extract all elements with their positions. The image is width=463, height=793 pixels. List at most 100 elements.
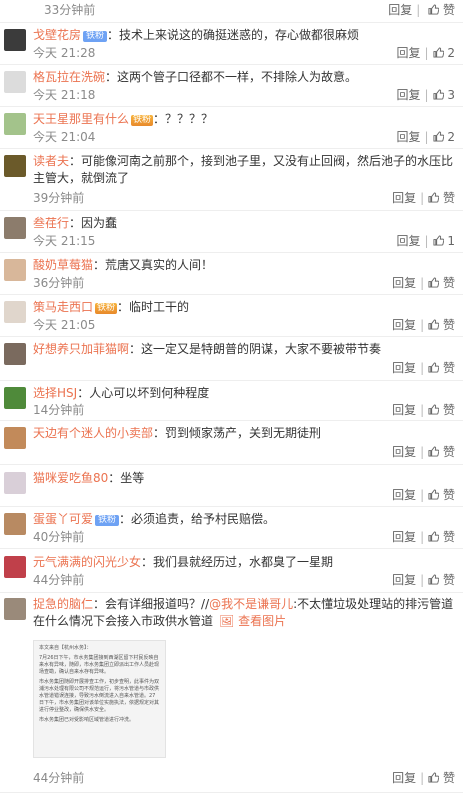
like-button[interactable]: 赞 <box>428 276 455 290</box>
comment-body: 猫咪爱吃鱼80：坐等 <box>33 471 145 485</box>
reply-button[interactable]: 回复 <box>388 3 412 17</box>
like-button[interactable]: 2 <box>432 46 455 60</box>
comment-row: 猫咪爱吃鱼80：坐等 回复 | 赞 <box>0 464 463 507</box>
reply-button[interactable]: 回复 <box>392 191 416 205</box>
comment-actions: 回复 | 2 <box>396 46 455 60</box>
user-name-link[interactable]: 元气满满的闪光少女 <box>33 555 141 569</box>
user-name-link[interactable]: 策马走西口 <box>33 300 93 314</box>
thumb-up-icon <box>428 404 440 415</box>
comment-text: 技术上来说这的确挺迷惑的，存心做都很麻烦 <box>119 28 360 42</box>
attached-image-text: 7月26日下午，市水务集团接到西湖区留下村民反映自来水有异味，随即，市水务集团立… <box>39 655 160 675</box>
user-name-link[interactable]: 猫咪爱吃鱼80 <box>33 471 108 485</box>
avatar[interactable] <box>4 29 26 51</box>
user-name-link[interactable]: 捉急的脑仁 <box>33 597 93 611</box>
avatar[interactable] <box>4 343 26 365</box>
comment-body: 好想养只加菲猫啊：这一定又是特朗普的阴谋，大家不要被带节奏 <box>33 342 382 356</box>
thumb-up-icon <box>428 772 440 783</box>
comment-body: 策马走西口 铁粉 ：临时工干的 <box>33 300 190 314</box>
comment-body: 读者夫：可能像河南之前那个，接到池子里，又没有止回阀，然后池子的水压比主管大，就… <box>33 154 454 185</box>
like-label: 赞 <box>442 276 455 290</box>
fan-badge: 铁粉 <box>131 115 154 126</box>
comment-actions: 回复 | 赞 <box>392 191 455 205</box>
thumb-up-icon <box>428 319 440 330</box>
reply-button[interactable]: 回复 <box>396 234 420 248</box>
mention-link[interactable]: @我不是谦哥儿 <box>209 597 293 611</box>
like-button[interactable]: 赞 <box>428 488 455 502</box>
reply-button[interactable]: 回复 <box>392 276 416 290</box>
reply-button[interactable]: 回复 <box>392 445 416 459</box>
comment-time: 今天 21:04 <box>33 130 96 144</box>
comment-text: 这一定又是特朗普的阴谋，大家不要被带节奏 <box>141 342 382 356</box>
like-count: 2 <box>447 130 455 144</box>
thumb-up-icon <box>428 531 440 542</box>
reply-button[interactable]: 回复 <box>392 361 416 375</box>
thumb-up-icon <box>432 89 444 100</box>
thumb-up-icon <box>432 131 444 142</box>
like-button[interactable]: 赞 <box>428 318 455 332</box>
comment-time: 40分钟前 <box>33 530 85 544</box>
reply-button[interactable]: 回复 <box>392 771 416 785</box>
thumb-up-icon <box>432 47 444 58</box>
reply-button[interactable]: 回复 <box>396 130 420 144</box>
avatar[interactable] <box>4 513 26 535</box>
like-label: 赞 <box>442 530 455 544</box>
comment-text: 我们县就经历过，水都臭了一星期 <box>153 555 334 569</box>
comment-body: 格瓦拉在洗碗：这两个管子口径都不一样，不排除人为故意。 <box>33 70 358 84</box>
avatar[interactable] <box>4 113 26 135</box>
avatar[interactable] <box>4 598 26 620</box>
like-button[interactable]: 赞 <box>428 445 455 459</box>
comment-time: 39分钟前 <box>33 191 85 205</box>
user-name-link[interactable]: 格瓦拉在洗碗 <box>33 70 105 84</box>
user-name-link[interactable]: 好想养只加菲猫啊 <box>33 342 129 356</box>
reply-button[interactable]: 回复 <box>392 488 416 502</box>
reply-button[interactable]: 回复 <box>396 46 420 60</box>
like-button[interactable]: 赞 <box>428 530 455 544</box>
like-button[interactable]: 赞 <box>428 3 455 17</box>
user-name-link[interactable]: 戈壁花房 <box>33 28 81 42</box>
user-name-link[interactable]: 叁荏行 <box>33 216 69 230</box>
avatar[interactable] <box>4 71 26 93</box>
like-button[interactable]: 1 <box>432 234 455 248</box>
reply-button[interactable]: 回复 <box>396 88 420 102</box>
view-picture-link[interactable]: 🖼︎ 查看图片 <box>219 614 286 628</box>
avatar[interactable] <box>4 155 26 177</box>
like-button[interactable]: 赞 <box>428 403 455 417</box>
avatar[interactable] <box>4 556 26 578</box>
like-label: 赞 <box>442 573 455 587</box>
user-name-link[interactable]: 读者夫 <box>33 154 69 168</box>
user-name-link[interactable]: 酸奶草莓猫 <box>33 258 93 272</box>
comment-row-top: 33分钟前 回复 | 赞 <box>0 0 463 23</box>
picture-icon: 🖼︎ <box>219 614 235 628</box>
avatar[interactable] <box>4 259 26 281</box>
comment-time: 今天 21:28 <box>33 46 96 60</box>
like-button[interactable]: 赞 <box>428 771 455 785</box>
comment-row: 策马走西口 铁粉 ：临时工干的 今天 21:05 回复 | 赞 <box>0 294 463 337</box>
comment-text: 必须追责，给予村民赔偿。 <box>131 512 276 526</box>
avatar[interactable] <box>4 217 26 239</box>
comment-body: 元气满满的闪光少女：我们县就经历过，水都臭了一星期 <box>33 555 334 569</box>
user-name-link[interactable]: 天王星那里有什么 <box>33 112 129 126</box>
like-button[interactable]: 赞 <box>428 573 455 587</box>
user-name-link[interactable]: 天边有个迷人的小卖部 <box>33 426 153 440</box>
comment-body: 蛋蛋丫可爱 铁粉 ：必须追责，给予村民赔偿。 <box>33 512 276 526</box>
like-label: 赞 <box>442 318 455 332</box>
reply-button[interactable]: 回复 <box>392 403 416 417</box>
comment-text: 会有详细报道吗？// <box>105 597 210 611</box>
attached-image-text: 市水务集团已对受影响区域管道进行冲洗。 <box>39 717 135 723</box>
like-button[interactable]: 2 <box>432 130 455 144</box>
attached-image[interactable]: 本文来自【杭州水务】： 7月26日下午，市水务集团接到西湖区留下村民反映自来水有异… <box>33 640 166 758</box>
comment-body: 酸奶草莓猫：荒唐又真实的人间！ <box>33 258 214 272</box>
reply-button[interactable]: 回复 <box>392 530 416 544</box>
user-name-link[interactable]: 蛋蛋丫可爱 <box>33 512 93 526</box>
avatar[interactable] <box>4 472 26 494</box>
avatar[interactable] <box>4 427 26 449</box>
avatar[interactable] <box>4 387 26 409</box>
like-button[interactable]: 赞 <box>428 361 455 375</box>
user-name-link[interactable]: 选择HSJ <box>33 386 77 400</box>
reply-button[interactable]: 回复 <box>392 318 416 332</box>
view-picture-label[interactable]: 查看图片 <box>238 614 286 628</box>
avatar[interactable] <box>4 301 26 323</box>
like-button[interactable]: 赞 <box>428 191 455 205</box>
like-button[interactable]: 3 <box>432 88 455 102</box>
reply-button[interactable]: 回复 <box>392 573 416 587</box>
